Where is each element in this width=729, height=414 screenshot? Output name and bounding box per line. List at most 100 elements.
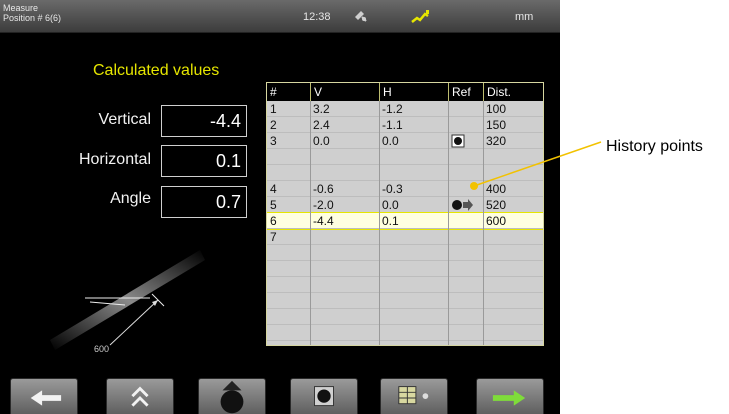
cell-dist — [483, 165, 543, 181]
cell-dist — [483, 277, 543, 293]
cell-dist: 520 — [486, 198, 507, 212]
table-row[interactable]: 7 — [267, 229, 543, 245]
horizontal-value: 0.1 — [161, 145, 247, 177]
cell-n — [267, 277, 310, 293]
cell-n — [267, 245, 310, 261]
table-row[interactable]: 2 2.4 -1.1 150 — [267, 117, 543, 133]
cell-v — [310, 149, 379, 165]
status-bar: Measure Position # 6(6) 12:38 mm — [0, 0, 560, 33]
cell-dist: 320 — [486, 134, 507, 148]
cell-v: 3.2 — [313, 102, 330, 116]
move-up-button[interactable] — [106, 378, 174, 414]
cell-n: 7 — [270, 230, 277, 244]
cell-h: -0.3 — [382, 182, 403, 196]
cell-dist — [483, 245, 543, 261]
distance-label: 600 — [94, 344, 109, 354]
cell-v: -2.0 — [313, 198, 334, 212]
cell-n — [267, 309, 310, 325]
horizontal-label: Horizontal — [78, 151, 151, 168]
cell-h — [379, 261, 448, 277]
table-view-button[interactable] — [380, 378, 448, 414]
double-chevron-up-icon — [131, 386, 149, 407]
cell-v: 2.4 — [313, 118, 330, 132]
target-icon — [314, 386, 334, 407]
cell-h: 0.0 — [382, 198, 399, 212]
cell-dist: 400 — [486, 182, 507, 196]
ref-cell — [448, 245, 483, 261]
history-row[interactable] — [267, 165, 543, 181]
calculated-values-title: Calculated values — [93, 62, 220, 79]
cell-v — [310, 293, 379, 309]
cell-h — [379, 149, 448, 165]
table-row[interactable] — [267, 261, 543, 277]
cell-h: -1.2 — [382, 102, 403, 116]
screen-title: Measure Position # 6(6) — [3, 3, 61, 23]
ref-cell — [448, 309, 483, 325]
target-icon — [451, 134, 465, 148]
cell-v — [310, 165, 379, 181]
cell-n — [267, 293, 310, 309]
signal-icon — [411, 10, 429, 23]
angle-label: Angle — [110, 190, 151, 207]
cell-n: 1 — [270, 102, 277, 116]
ref-cell — [448, 165, 483, 181]
ref-cell — [448, 101, 483, 117]
table-icon — [398, 386, 429, 405]
ref-cell — [448, 117, 483, 133]
cell-dist — [483, 293, 543, 309]
cell-n — [267, 149, 310, 165]
next-button[interactable] — [476, 378, 544, 414]
beam-illustration: 600 — [50, 250, 205, 354]
table-row[interactable] — [267, 245, 543, 261]
history-points-label: History points — [606, 138, 703, 155]
col-header-dist: Dist. — [483, 83, 543, 101]
cell-n: 5 — [270, 198, 277, 212]
cell-v — [310, 277, 379, 293]
ref-cell — [448, 229, 483, 245]
ref-cell — [448, 197, 483, 213]
table-row[interactable]: 4 -0.6 -0.3 400 — [267, 181, 543, 197]
cell-dist: 100 — [486, 102, 507, 116]
table-row[interactable] — [267, 277, 543, 293]
col-header-number: # — [270, 85, 277, 99]
ref-cell — [448, 213, 483, 229]
cell-n: 4 — [270, 182, 277, 196]
cell-n — [267, 261, 310, 277]
table-row[interactable]: 5 -2.0 0.0 520 — [267, 197, 543, 213]
vertical-value: -4.4 — [161, 105, 247, 137]
table-row[interactable]: 1 3.2 -1.2 100 — [267, 101, 543, 117]
table-row[interactable] — [267, 325, 543, 341]
cell-v — [310, 325, 379, 341]
ref-cell — [448, 293, 483, 309]
col-header-v: V — [310, 83, 379, 101]
ref-cell — [448, 325, 483, 341]
cell-dist: 600 — [486, 214, 507, 228]
measurement-table: # V H Ref Dist. 1 3.2 -1.2 100 2 2.4 -1.1 150 3 0… — [266, 82, 544, 346]
target-button[interactable] — [290, 378, 358, 414]
bottom-toolbar — [0, 378, 560, 414]
cell-h: 0.0 — [382, 134, 399, 148]
table-row[interactable] — [267, 309, 543, 325]
cell-v: 0.0 — [313, 134, 330, 148]
table-row[interactable] — [267, 293, 543, 309]
title-line-measure: Measure — [3, 3, 39, 13]
cell-v — [310, 229, 379, 245]
back-button[interactable] — [10, 378, 78, 414]
unit-indicator: mm — [515, 11, 534, 23]
cell-dist — [483, 149, 543, 165]
cell-v — [310, 245, 379, 261]
target-up-button[interactable] — [198, 378, 266, 414]
table-row[interactable]: 3 0.0 0.0 320 — [267, 133, 543, 149]
clock: 12:38 — [303, 11, 331, 23]
link-icon — [355, 11, 367, 22]
cell-v: -0.6 — [313, 182, 334, 196]
cell-n: 2 — [270, 118, 277, 132]
table-header: # V H Ref Dist. — [267, 83, 543, 101]
cell-n: 3 — [270, 134, 277, 148]
cell-dist: 150 — [486, 118, 507, 132]
history-row[interactable] — [267, 149, 543, 165]
table-row[interactable]: 6 -4.4 0.1 600 — [267, 212, 543, 230]
cell-v — [310, 309, 379, 325]
cell-v: -4.4 — [313, 214, 334, 228]
cell-h — [379, 245, 448, 261]
